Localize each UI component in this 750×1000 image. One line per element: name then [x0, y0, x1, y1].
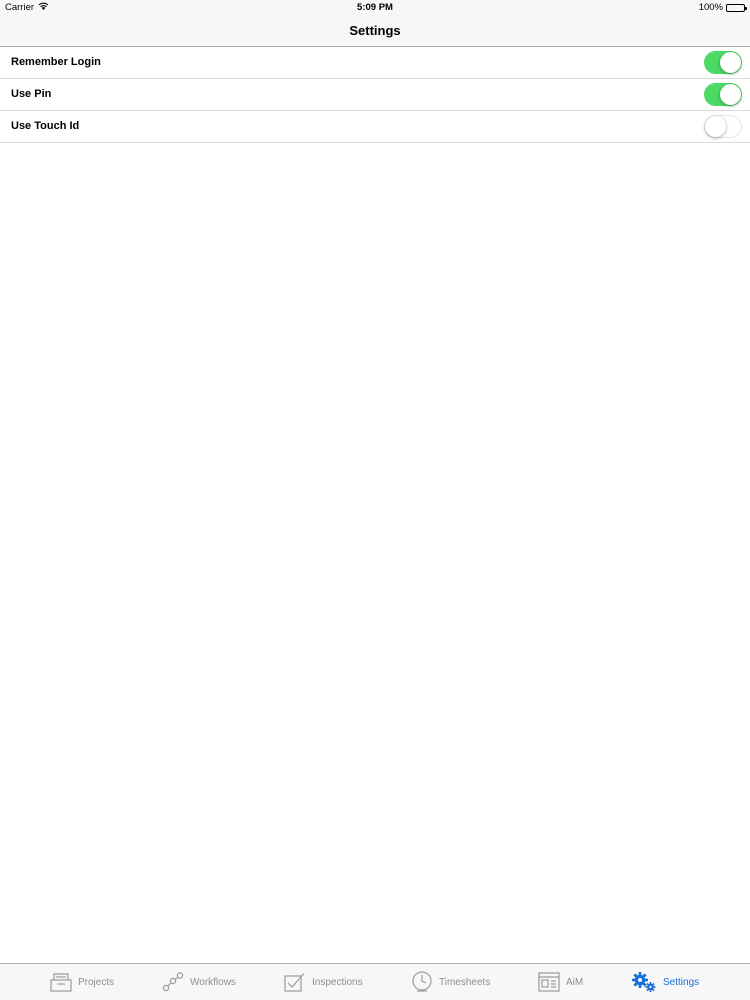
navigation-bar: Settings [0, 16, 750, 47]
settings-list: Remember Login Use Pin Use Touch Id [0, 47, 750, 143]
inspections-icon [284, 972, 306, 992]
tab-aim[interactable]: AiM [538, 964, 583, 1000]
battery-indicator: 100% [698, 2, 747, 13]
setting-row-use-touch-id: Use Touch Id [0, 111, 750, 143]
battery-icon [726, 3, 747, 12]
toggle-knob [705, 116, 726, 137]
page-title: Settings [349, 23, 401, 38]
tab-label: AiM [566, 976, 584, 988]
setting-label: Use Touch Id [11, 120, 80, 132]
battery-percent: 100% [698, 2, 723, 13]
status-time: 5:09 PM [357, 2, 393, 13]
tab-inspections[interactable]: Inspections [284, 964, 363, 1000]
tab-timesheets[interactable]: Timesheets [411, 964, 490, 1000]
status-bar: Carrier 5:09 PM 100% [0, 0, 750, 16]
timesheets-icon [411, 971, 433, 993]
tab-bar: Projects Workflows Inspections Timesheet… [0, 963, 750, 1000]
tab-workflows[interactable]: Workflows [162, 964, 236, 1000]
tab-label: Workflows [190, 976, 236, 988]
toggle-knob [720, 84, 741, 105]
tab-label: Settings [663, 976, 700, 988]
gear-icon [631, 971, 657, 993]
remember-login-toggle[interactable] [704, 51, 742, 74]
tab-label: Inspections [312, 976, 363, 988]
setting-label: Remember Login [11, 56, 101, 68]
toggle-knob [720, 52, 741, 73]
workflows-icon [162, 972, 184, 992]
use-pin-toggle[interactable] [704, 83, 742, 106]
projects-icon [50, 972, 72, 992]
setting-label: Use Pin [11, 88, 52, 100]
setting-row-use-pin: Use Pin [0, 79, 750, 111]
use-touch-id-toggle[interactable] [704, 115, 742, 138]
tab-label: Projects [78, 976, 115, 988]
tab-projects[interactable]: Projects [50, 964, 114, 1000]
tab-label: Timesheets [439, 976, 491, 988]
setting-row-remember-login: Remember Login [0, 47, 750, 79]
aim-icon [538, 972, 560, 992]
tab-settings[interactable]: Settings [631, 964, 699, 1000]
